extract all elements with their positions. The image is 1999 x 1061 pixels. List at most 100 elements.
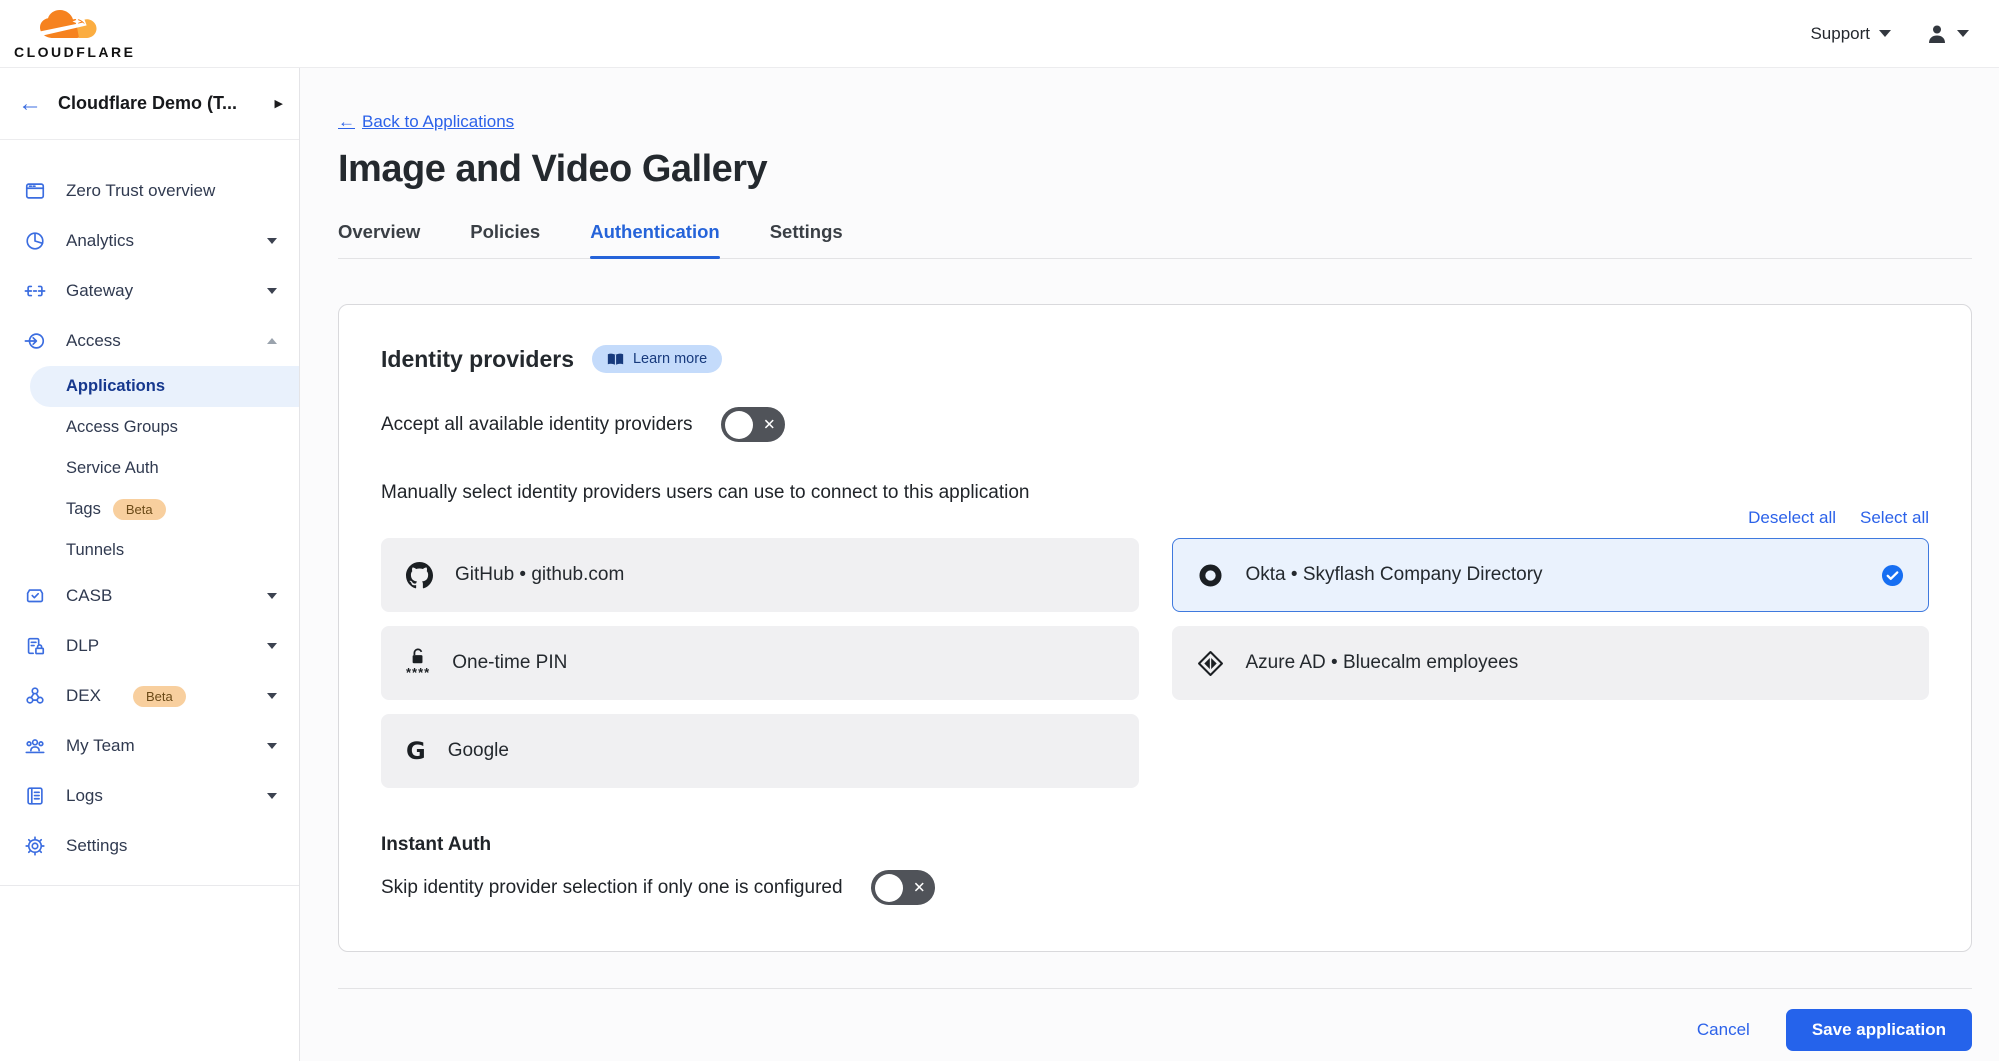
account-name: Cloudflare Demo (T... <box>58 93 259 114</box>
cancel-button[interactable]: Cancel <box>1697 1020 1750 1040</box>
sidebar-item-analytics[interactable]: Analytics <box>0 216 299 266</box>
chevron-down-icon[interactable] <box>267 793 277 799</box>
select-all-link[interactable]: Select all <box>1860 508 1929 528</box>
footer-action-bar: Cancel Save application <box>338 1009 1972 1061</box>
provider-label: Google <box>448 740 509 762</box>
chevron-down-icon[interactable] <box>267 743 277 749</box>
tab-authentication[interactable]: Authentication <box>590 221 720 258</box>
chevron-down-icon <box>1879 30 1891 37</box>
check-circle-icon <box>1881 564 1904 587</box>
provider-grid: GitHub • github.com Okta • Skyflash Comp… <box>381 538 1929 788</box>
chevron-down-icon[interactable] <box>267 288 277 294</box>
back-to-applications-link[interactable]: ← Back to Applications <box>338 112 514 132</box>
github-icon <box>406 562 433 589</box>
sidebar-item-logs[interactable]: Logs <box>0 771 299 821</box>
chevron-down-icon[interactable] <box>267 238 277 244</box>
sidebar-account-header: ← Cloudflare Demo (T... ▶ <box>0 68 299 140</box>
beta-badge: Beta <box>133 686 186 707</box>
tab-bar: Overview Policies Authentication Setting… <box>338 221 1972 259</box>
sidebar-item-applications[interactable]: Applications <box>30 366 299 407</box>
provider-label: Azure AD • Bluecalm employees <box>1246 652 1519 674</box>
identity-providers-heading: Identity providers <box>381 346 574 373</box>
instant-auth-toggle[interactable]: ✕ <box>871 870 935 905</box>
sidebar-divider <box>0 885 299 886</box>
learn-more-badge[interactable]: Learn more <box>592 345 722 373</box>
google-g-icon: G <box>406 737 426 765</box>
cloudflare-logo[interactable]: CLOUDFLARE <box>14 8 135 59</box>
chevron-down-icon[interactable] <box>267 693 277 699</box>
sidebar-item-label: Zero Trust overview <box>66 181 215 201</box>
user-menu[interactable] <box>1925 22 1969 46</box>
chevron-right-icon[interactable]: ▶ <box>275 97 283 110</box>
deselect-all-link[interactable]: Deselect all <box>1748 508 1836 528</box>
identity-providers-card: Identity providers Learn more Accept all… <box>338 304 1972 952</box>
sidebar-subitem-label: Service Auth <box>66 459 159 478</box>
chevron-down-icon[interactable] <box>267 593 277 599</box>
network-nodes-icon <box>24 685 46 707</box>
sidebar-item-access[interactable]: Access <box>0 316 299 366</box>
provider-tile-github[interactable]: GitHub • github.com <box>381 538 1139 612</box>
provider-label: One-time PIN <box>452 652 567 674</box>
tab-overview[interactable]: Overview <box>338 221 420 258</box>
provider-tile-google[interactable]: G Google <box>381 714 1139 788</box>
sidebar-item-access-groups[interactable]: Access Groups <box>30 407 299 448</box>
sidebar-item-label: Settings <box>66 836 127 856</box>
sidebar-item-gateway[interactable]: Gateway <box>0 266 299 316</box>
chevron-down-icon <box>1957 30 1969 37</box>
sidebar-item-zero-trust-overview[interactable]: Zero Trust overview <box>0 166 299 216</box>
pie-chart-icon <box>24 230 46 252</box>
sidebar-item-label: Access <box>66 331 121 351</box>
chevron-up-icon[interactable] <box>267 338 277 344</box>
instant-auth-heading: Instant Auth <box>381 834 1929 856</box>
top-bar: CLOUDFLARE Support <box>0 0 1999 68</box>
sidebar-item-tags[interactable]: Tags Beta <box>30 489 299 530</box>
sidebar-item-label: My Team <box>66 736 135 756</box>
toggle-off-x-icon: ✕ <box>913 880 926 895</box>
sidebar-item-label: CASB <box>66 586 112 606</box>
cloudflare-wordmark: CLOUDFLARE <box>14 45 135 59</box>
azure-ad-icon <box>1197 650 1224 677</box>
sidebar-item-casb[interactable]: CASB <box>0 571 299 621</box>
provider-label: Okta • Skyflash Company Directory <box>1246 564 1860 586</box>
back-arrow-icon[interactable]: ← <box>18 92 42 116</box>
chevron-down-icon[interactable] <box>267 643 277 649</box>
sidebar-item-settings[interactable]: Settings <box>0 821 299 871</box>
box-check-icon <box>24 585 46 607</box>
gear-icon <box>24 835 46 857</box>
support-label: Support <box>1810 24 1870 44</box>
manual-select-label: Manually select identity providers users… <box>381 482 1929 504</box>
accept-all-toggle[interactable]: ✕ <box>721 407 785 442</box>
sidebar-item-dlp[interactable]: DLP <box>0 621 299 671</box>
provider-tile-one-time-pin[interactable]: **** One-time PIN <box>381 626 1139 700</box>
sidebar-item-label: DEX <box>66 686 101 706</box>
tab-policies[interactable]: Policies <box>470 221 540 258</box>
toggle-knob <box>875 874 903 902</box>
instant-auth-label: Skip identity provider selection if only… <box>381 877 843 899</box>
okta-icon <box>1197 562 1224 589</box>
sidebar: ← Cloudflare Demo (T... ▶ Zero Trust ove… <box>0 68 300 1061</box>
sidebar-item-label: Logs <box>66 786 103 806</box>
provider-tile-azure-ad[interactable]: Azure AD • Bluecalm employees <box>1172 626 1930 700</box>
people-icon <box>24 735 46 757</box>
sidebar-item-dex[interactable]: DEX Beta <box>0 671 299 721</box>
sidebar-subitem-label: Tags <box>66 500 101 519</box>
back-arrow-icon: ← <box>338 112 355 132</box>
sidebar-item-service-auth[interactable]: Service Auth <box>30 448 299 489</box>
login-arrow-icon <box>24 330 46 352</box>
provider-label: GitHub • github.com <box>455 564 624 586</box>
gateway-icon <box>24 280 46 302</box>
book-icon <box>607 352 624 367</box>
support-menu[interactable]: Support <box>1810 24 1891 44</box>
sidebar-nav: Zero Trust overview Analytics Gateway <box>0 140 299 886</box>
provider-tile-okta[interactable]: Okta • Skyflash Company Directory <box>1172 538 1930 612</box>
user-icon <box>1925 22 1949 46</box>
log-list-icon <box>24 785 46 807</box>
browser-window-icon <box>24 180 46 202</box>
sidebar-item-my-team[interactable]: My Team <box>0 721 299 771</box>
tab-settings[interactable]: Settings <box>770 221 843 258</box>
learn-more-label: Learn more <box>633 351 707 367</box>
accept-all-label: Accept all available identity providers <box>381 414 693 436</box>
back-link-label: Back to Applications <box>362 112 514 132</box>
sidebar-item-tunnels[interactable]: Tunnels <box>30 530 299 571</box>
save-application-button[interactable]: Save application <box>1786 1009 1972 1051</box>
